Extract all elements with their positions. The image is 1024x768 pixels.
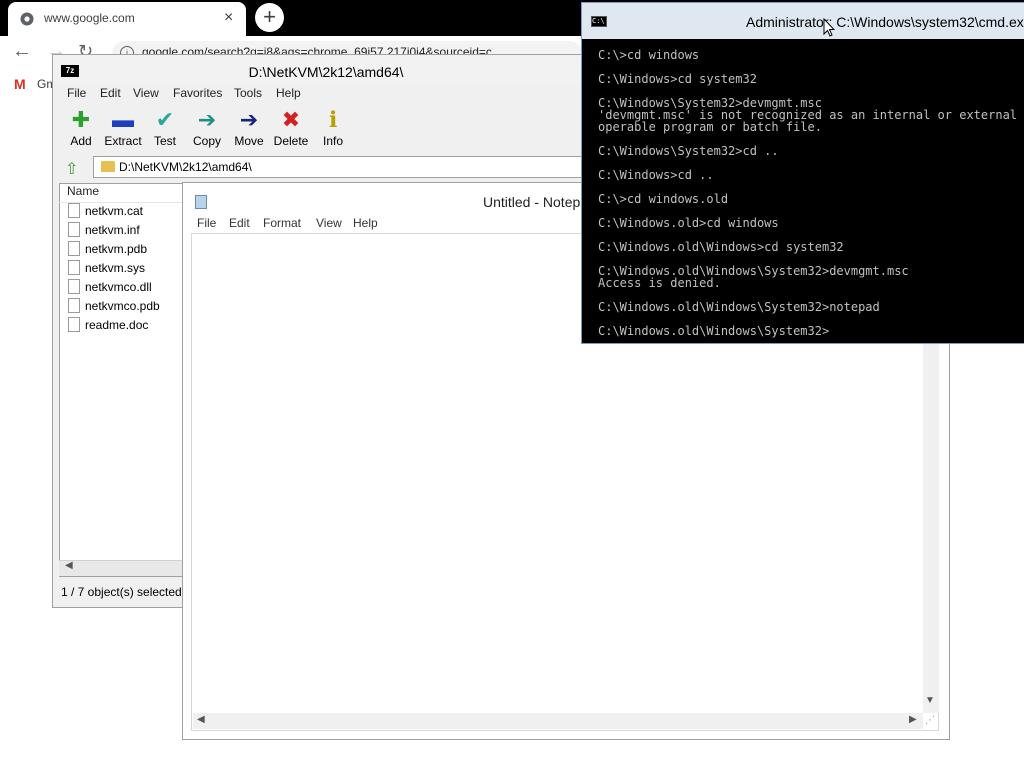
copy-button[interactable]: ➔ Copy bbox=[187, 107, 227, 149]
resize-grip-icon[interactable]: ⋰ bbox=[925, 715, 935, 726]
horizontal-scrollbar[interactable] bbox=[59, 560, 189, 576]
notepad-window-title: Untitled - Notepad bbox=[483, 194, 596, 210]
close-tab-icon[interactable]: × bbox=[224, 9, 233, 27]
chrome-tab-title: www.google.com bbox=[44, 11, 135, 25]
test-icon: ✔ bbox=[155, 107, 175, 132]
file-row[interactable]: netkvmco.pdb bbox=[68, 298, 188, 317]
notepad-menu-help[interactable]: Help bbox=[353, 216, 378, 230]
console-line: C:\Windows.old\Windows\System32> bbox=[598, 324, 830, 338]
file-name: netkvm.pdb bbox=[85, 242, 148, 256]
file-icon bbox=[68, 241, 80, 256]
move-button-label: Move bbox=[234, 134, 264, 148]
scroll-left-icon[interactable]: ◀ bbox=[65, 560, 73, 571]
file-name: netkvm.cat bbox=[85, 204, 144, 218]
file-icon bbox=[68, 317, 80, 332]
delete-button[interactable]: ✖ Delete bbox=[271, 107, 311, 149]
copy-button-label: Copy bbox=[192, 134, 221, 148]
back-arrow-icon[interactable]: ← bbox=[12, 40, 32, 63]
extract-icon: ▬ bbox=[112, 107, 134, 132]
cmd-window: C:\ Administrator: C:\Windows\system32\c… bbox=[581, 2, 1024, 344]
notepad-menu-view[interactable]: View bbox=[316, 216, 342, 230]
file-icon bbox=[68, 203, 80, 218]
console-line: operable program or batch file. bbox=[598, 120, 822, 134]
console-line: C:\Windows>cd system32 bbox=[598, 72, 757, 86]
delete-button-label: Delete bbox=[273, 134, 309, 148]
google-favicon-icon bbox=[20, 12, 34, 26]
scroll-right-icon[interactable]: ▶ bbox=[909, 714, 917, 725]
extract-button-label: Extract bbox=[104, 134, 142, 148]
settings-file-icon bbox=[68, 222, 80, 237]
file-row[interactable]: readme.doc bbox=[68, 317, 188, 336]
file-name: netkvmco.pdb bbox=[85, 299, 160, 313]
menu-file[interactable]: File bbox=[67, 86, 86, 100]
mouse-pointer-icon bbox=[823, 18, 835, 37]
add-icon: ✚ bbox=[71, 107, 91, 132]
test-button[interactable]: ✔ Test bbox=[145, 107, 185, 149]
file-row[interactable]: netkvm.inf bbox=[68, 222, 188, 241]
test-button-label: Test bbox=[153, 134, 176, 148]
folder-icon bbox=[101, 161, 115, 172]
system-file-icon bbox=[68, 279, 80, 294]
file-row[interactable]: netkvm.cat bbox=[68, 203, 188, 222]
add-button[interactable]: ✚ Add bbox=[61, 107, 101, 149]
file-name: netkvm.inf bbox=[85, 223, 140, 237]
menu-tools[interactable]: Tools bbox=[234, 86, 262, 100]
file-row[interactable]: netkvm.sys bbox=[68, 260, 188, 279]
menu-edit[interactable]: Edit bbox=[100, 86, 121, 100]
notepad-icon bbox=[195, 195, 207, 209]
file-row[interactable]: netkvmco.dll bbox=[68, 279, 188, 298]
move-button[interactable]: ➔ Move bbox=[229, 107, 269, 149]
console-line: C:\>cd windows.old bbox=[598, 192, 729, 206]
console-line: C:\Windows>cd .. bbox=[598, 168, 714, 182]
console-line: C:\Windows\System32>cd .. bbox=[598, 144, 779, 158]
info-icon: ℹ bbox=[328, 107, 338, 132]
console-line: C:\Windows.old\Windows>cd system32 bbox=[598, 240, 844, 254]
horizontal-scrollbar[interactable] bbox=[193, 713, 923, 729]
file-name: netkvm.sys bbox=[85, 261, 146, 275]
new-tab-button[interactable]: + bbox=[255, 3, 284, 32]
notepad-menu-file[interactable]: File bbox=[197, 216, 216, 230]
info-button[interactable]: ℹ Info bbox=[313, 107, 353, 149]
console-line: C:\Windows.old>cd windows bbox=[598, 216, 779, 230]
cmd-window-title: Administrator: C:\Windows\system32\cmd.e… bbox=[746, 14, 1024, 30]
delete-icon: ✖ bbox=[281, 107, 301, 132]
console-line: Access is denied. bbox=[598, 276, 721, 290]
add-button-label: Add bbox=[70, 134, 92, 148]
cmd-app-icon: C:\ bbox=[591, 16, 607, 27]
column-header-name[interactable]: Name bbox=[67, 184, 99, 198]
move-icon: ➔ bbox=[239, 107, 259, 132]
menu-view[interactable]: View bbox=[133, 86, 159, 100]
notepad-menu-format[interactable]: Format bbox=[263, 216, 301, 230]
menu-help[interactable]: Help bbox=[276, 86, 301, 100]
file-name: readme.doc bbox=[85, 318, 149, 332]
folder-up-icon[interactable]: ⇧ bbox=[65, 159, 78, 179]
console-line: C:\>cd windows bbox=[598, 48, 700, 62]
scroll-down-icon[interactable]: ▼ bbox=[925, 695, 935, 706]
menu-favorites[interactable]: Favorites bbox=[173, 86, 222, 100]
file-row[interactable]: netkvm.pdb bbox=[68, 241, 188, 260]
extract-button[interactable]: ▬ Extract bbox=[103, 107, 143, 149]
cmd-console[interactable]: C:\>cd windows C:\Windows>cd system32 C:… bbox=[590, 39, 1024, 339]
file-icon bbox=[68, 298, 80, 313]
copy-icon: ➔ bbox=[197, 107, 217, 132]
notepad-menu-edit[interactable]: Edit bbox=[229, 216, 250, 230]
scroll-left-icon[interactable]: ◀ bbox=[197, 714, 205, 725]
status-bar-text: 1 / 7 object(s) selected bbox=[61, 585, 182, 599]
chrome-tab[interactable]: www.google.com × bbox=[8, 2, 246, 36]
info-button-label: Info bbox=[322, 134, 343, 148]
system-file-icon bbox=[68, 260, 80, 275]
console-line: C:\Windows.old\Windows\System32>notepad bbox=[598, 300, 880, 314]
gmail-icon[interactable]: M bbox=[14, 76, 26, 92]
7zip-address-text[interactable]: D:\NetKVM\2k12\amd64\ bbox=[119, 160, 252, 174]
file-name: netkvmco.dll bbox=[85, 280, 152, 294]
7zip-window-title: D:\NetKVM\2k12\amd64\ bbox=[248, 64, 404, 80]
